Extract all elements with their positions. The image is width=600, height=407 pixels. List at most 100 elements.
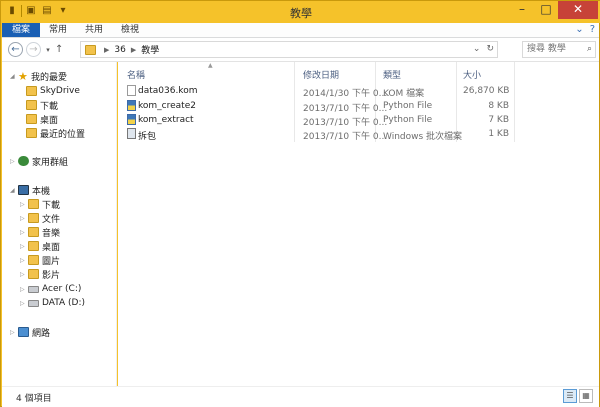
sidebar-item-videos[interactable]: ▷ 影片 — [20, 267, 60, 281]
column-header-size[interactable]: 大小 — [463, 68, 481, 81]
music-folder-icon — [28, 227, 39, 237]
file-size: 8 KB — [488, 101, 509, 111]
sidebar-item-label: 家用群組 — [32, 157, 69, 168]
tab-file[interactable]: 檔案 — [2, 23, 40, 37]
collapse-arrow-icon[interactable]: ◢ — [10, 187, 18, 194]
item-count: 4 個項目 — [16, 394, 52, 404]
sidebar-item-label: 文件 — [42, 214, 61, 225]
maximize-button[interactable]: □ — [534, 1, 558, 19]
expand-arrow-icon[interactable]: ▷ — [20, 229, 28, 236]
documents-folder-icon — [28, 213, 39, 223]
expand-arrow-icon[interactable]: ▷ — [20, 257, 28, 264]
breadcrumb-segment[interactable]: 教學 — [141, 43, 159, 56]
expand-arrow-icon[interactable]: ▷ — [20, 215, 28, 222]
details-view-icon[interactable]: ☰ — [563, 389, 577, 403]
sidebar-item-pc-downloads[interactable]: ▷ 下載 — [20, 197, 60, 211]
file-date: 2014/1/30 下午 0... — [303, 89, 388, 99]
refresh-icon[interactable]: ↻ — [486, 44, 494, 54]
pictures-folder-icon — [28, 255, 39, 265]
expand-arrow-icon[interactable]: ▷ — [20, 201, 28, 208]
sidebar-item-documents[interactable]: ▷ 文件 — [20, 211, 60, 225]
column-header-date[interactable]: 修改日期 — [303, 68, 339, 81]
ribbon-right-controls: ⌄ ? — [575, 24, 595, 35]
batch-file-icon — [127, 128, 136, 139]
search-placeholder: 搜尋 教學 — [527, 44, 566, 54]
file-type: Python File — [383, 115, 433, 125]
explorer-window: ▮ ▣ ▤ ▾ 教學 – □ ✕ 檔案 常用 共用 檢視 ⌄ ? ← → ▾ ↑ — [0, 0, 600, 407]
expand-arrow-icon[interactable]: ▷ — [20, 286, 28, 293]
folder-icon — [26, 86, 37, 96]
table-row[interactable]: data036.kom 2014/1/30 下午 0... KOM 檔案 26,… — [118, 84, 518, 99]
drive-icon — [28, 299, 39, 307]
column-header-type[interactable]: 類型 — [383, 68, 401, 81]
tab-view[interactable]: 檢視 — [112, 23, 148, 37]
search-input[interactable]: 搜尋 教學 ⌕ — [522, 41, 596, 58]
expand-ribbon-icon[interactable]: ⌄ — [575, 24, 583, 35]
sort-ascending-icon: ▲ — [208, 62, 213, 69]
sidebar-item-network[interactable]: ▷ 網路 — [10, 325, 50, 339]
sidebar-item-label: 音樂 — [42, 228, 61, 239]
sidebar-item-pc-desktop[interactable]: ▷ 桌面 — [20, 239, 60, 253]
column-header-name[interactable]: 名稱 — [127, 68, 145, 81]
file-name: 拆包 — [138, 132, 157, 142]
status-bar: 4 個項目 ☰ ▦ — [2, 386, 599, 407]
expand-arrow-icon[interactable]: ▷ — [20, 243, 28, 250]
sidebar-item-label: 圖片 — [42, 256, 61, 267]
file-date: 2013/7/10 下午 0... — [303, 132, 388, 142]
expand-arrow-icon[interactable]: ▷ — [10, 329, 18, 336]
sidebar-item-label: 本機 — [32, 186, 51, 197]
sidebar-item-label: Acer (C:) — [42, 284, 82, 294]
close-button[interactable]: ✕ — [558, 1, 598, 19]
back-button[interactable]: ← — [8, 42, 23, 57]
address-controls: ⌄ ↻ — [473, 44, 494, 54]
address-bar[interactable]: ▶ 36 ▶ 教學 ⌄ ↻ — [80, 41, 498, 58]
sidebar-item-downloads[interactable]: 下載 — [26, 98, 58, 112]
sidebar-item-recent-places[interactable]: 最近的位置 — [26, 126, 85, 140]
sidebar-item-desktop[interactable]: 桌面 — [26, 112, 58, 126]
sidebar-item-drive-d[interactable]: ▷ DATA (D:) — [20, 296, 85, 310]
large-icons-view-icon[interactable]: ▦ — [579, 389, 593, 403]
address-dropdown-icon[interactable]: ⌄ — [473, 44, 481, 54]
sidebar-item-pictures[interactable]: ▷ 圖片 — [20, 253, 60, 267]
python-file-icon — [127, 114, 136, 125]
sidebar-item-skydrive[interactable]: SkyDrive — [26, 84, 80, 98]
breadcrumb-arrow-icon[interactable]: ▶ — [104, 46, 109, 54]
sidebar-item-homegroup[interactable]: ▷ 家用群組 — [10, 154, 68, 168]
file-size: 26,870 KB — [463, 86, 510, 96]
search-icon[interactable]: ⌕ — [587, 42, 592, 57]
breadcrumb-arrow-icon[interactable]: ▶ — [131, 46, 136, 54]
navigation-buttons: ← → ▾ ↑ — [8, 42, 63, 57]
expand-arrow-icon[interactable]: ▷ — [20, 300, 28, 307]
file-type: Windows 批次檔案 — [383, 132, 463, 142]
expand-arrow-icon[interactable]: ▷ — [10, 158, 18, 165]
recent-locations-icon[interactable]: ▾ — [44, 46, 52, 54]
table-row[interactable]: 拆包 2013/7/10 下午 0... Windows 批次檔案 1 KB — [118, 127, 518, 142]
help-icon[interactable]: ? — [590, 24, 595, 35]
sidebar-item-label: SkyDrive — [40, 86, 80, 96]
downloads-folder-icon — [28, 199, 39, 209]
sidebar-item-this-pc[interactable]: ◢ 本機 — [10, 183, 50, 197]
sidebar-item-label: 桌面 — [42, 242, 61, 253]
recent-places-icon — [26, 128, 37, 138]
sidebar-item-drive-c[interactable]: ▷ Acer (C:) — [20, 282, 81, 296]
file-name: data036.kom — [138, 86, 198, 96]
sidebar-item-favorites[interactable]: ◢ ★ 我的最愛 — [10, 69, 67, 83]
view-toggle: ☰ ▦ — [563, 389, 593, 403]
sidebar-item-label: 下載 — [40, 101, 59, 112]
collapse-arrow-icon[interactable]: ◢ — [10, 73, 18, 80]
file-size: 7 KB — [488, 115, 509, 125]
up-button[interactable]: ↑ — [55, 44, 63, 55]
file-name: kom_extract — [138, 115, 194, 125]
file-type: Python File — [383, 101, 433, 111]
table-row[interactable]: kom_create2 2013/7/10 下午 0... Python Fil… — [118, 99, 518, 114]
table-row[interactable]: kom_extract 2013/7/10 下午 0... Python Fil… — [118, 113, 518, 128]
minimize-button[interactable]: – — [510, 1, 534, 19]
sidebar-item-music[interactable]: ▷ 音樂 — [20, 225, 60, 239]
expand-arrow-icon[interactable]: ▷ — [20, 271, 28, 278]
desktop-folder-icon — [28, 241, 39, 251]
tab-share[interactable]: 共用 — [76, 23, 112, 37]
tab-home[interactable]: 常用 — [40, 23, 76, 37]
folder-icon — [85, 44, 96, 55]
forward-button[interactable]: → — [26, 42, 41, 57]
breadcrumb-segment[interactable]: 36 — [114, 45, 125, 55]
